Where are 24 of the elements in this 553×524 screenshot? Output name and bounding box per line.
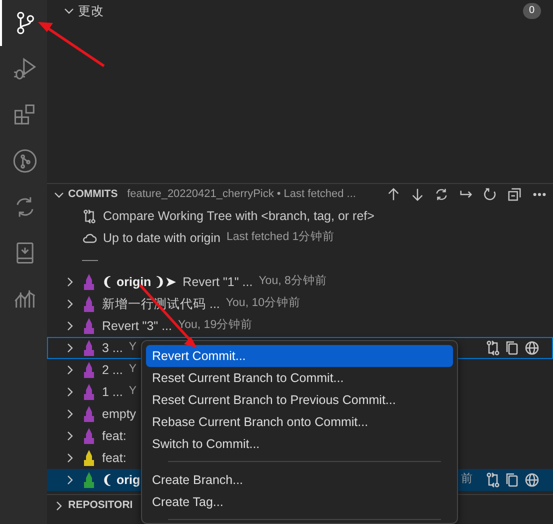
commit-author-time: You, 19分钟前 xyxy=(178,318,253,334)
commit-author-time: You, 8分钟前 xyxy=(258,274,327,290)
commit-author-time: Y xyxy=(128,384,137,400)
commit-message: Revert "1" ... xyxy=(182,274,253,291)
commit-message: empty xyxy=(102,406,136,423)
count-badge: 0 xyxy=(522,3,540,19)
section-title: REPOSITORI xyxy=(68,498,133,513)
commit-author-time: Y xyxy=(128,340,137,356)
branch-tag: ❨ orig xyxy=(102,470,140,490)
branch-tag: ❨ origin ❩➤ xyxy=(102,272,177,292)
commit-message: feat: xyxy=(102,450,126,467)
commit-author-time: Y xyxy=(128,362,137,378)
commit-message: feat: xyxy=(102,428,126,445)
commit-message: 2 ... xyxy=(102,362,123,379)
commit-message: Revert "3" ... xyxy=(102,318,172,335)
commit-author-time: You, 10分钟前 xyxy=(226,296,300,312)
branch-label: feature_20220421_cherryPick • Last fetched ... xyxy=(127,187,357,202)
commit-message: 1 ... xyxy=(102,384,123,401)
section-title: 更改 xyxy=(78,2,104,20)
fetch-time: Last fetched 1分钟前 xyxy=(226,230,335,246)
status-text: Up to date with origin xyxy=(103,230,220,247)
commit-message: 3 ... xyxy=(102,340,123,357)
commit-time: 前 xyxy=(461,472,473,488)
section-title: COMMITS xyxy=(68,186,118,202)
